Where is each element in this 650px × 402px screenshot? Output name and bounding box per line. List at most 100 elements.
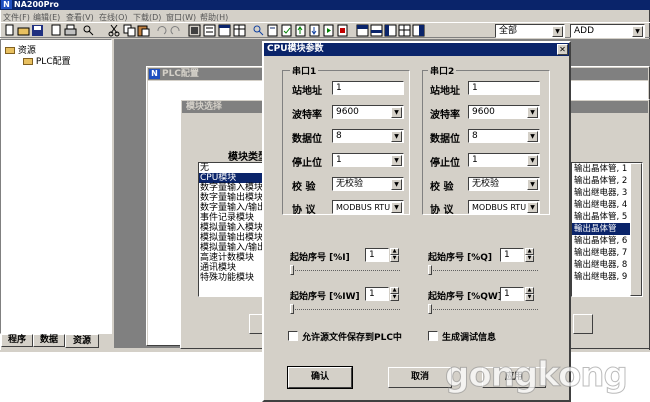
- ladder-view-icon[interactable]: [203, 24, 216, 37]
- list-item[interactable]: 无: [199, 163, 267, 173]
- port1-databits-select[interactable]: 8 ▼: [332, 129, 404, 143]
- start-qw-input[interactable]: 1: [500, 287, 524, 301]
- spin-up-icon[interactable]: ▲: [525, 287, 534, 294]
- check-icon[interactable]: [280, 24, 293, 37]
- list-item[interactable]: 高速计数模块: [199, 253, 267, 263]
- start-i-slider-track[interactable]: [292, 270, 400, 271]
- project-panel: 资源 PLC配置: [0, 39, 112, 334]
- spin-down-icon[interactable]: ▼: [390, 255, 399, 262]
- list-item[interactable]: 数字量输入模块: [199, 183, 267, 193]
- port1-parity-select[interactable]: 无校验 ▼: [332, 177, 404, 191]
- start-q-spinner[interactable]: ▲ ▼: [525, 248, 534, 263]
- spin-down-icon[interactable]: ▼: [390, 294, 399, 301]
- port1-title: 串口1: [290, 64, 319, 77]
- tab-label: 资源: [72, 336, 91, 346]
- port2-stopbits-label: 停止位: [430, 158, 460, 169]
- start-q-slider-track[interactable]: [430, 270, 538, 271]
- tab-data[interactable]: 数据: [33, 334, 65, 347]
- list-item[interactable]: 通讯模块: [199, 263, 267, 273]
- spin-up-icon[interactable]: ▲: [390, 248, 399, 255]
- cancel-button[interactable]: 取消: [388, 367, 452, 388]
- save-icon[interactable]: [31, 24, 44, 37]
- tab-program[interactable]: 程序: [1, 334, 33, 347]
- port2-station-label: 站地址: [430, 86, 460, 97]
- start-qw-slider-thumb[interactable]: [428, 304, 432, 314]
- port1-protocol-select[interactable]: MODBUS RTU ▼: [332, 200, 404, 214]
- start-i-spinner[interactable]: ▲ ▼: [390, 248, 399, 263]
- spin-up-icon[interactable]: ▲: [525, 248, 534, 255]
- run-icon[interactable]: [322, 24, 335, 37]
- start-q-input[interactable]: 1: [500, 248, 524, 262]
- layout-3-icon[interactable]: [384, 24, 397, 37]
- instruction-combo[interactable]: ADD ▼: [570, 24, 645, 38]
- port2-databits-select[interactable]: 8 ▼: [468, 129, 540, 143]
- spin-down-icon[interactable]: ▼: [525, 255, 534, 262]
- module-list-scrollbar[interactable]: [630, 163, 642, 296]
- port1-station-input[interactable]: 1: [332, 81, 404, 95]
- print-icon[interactable]: [64, 24, 77, 37]
- field-value: 1: [369, 250, 375, 260]
- port2-protocol-select[interactable]: MODBUS RTU ▼: [468, 200, 540, 214]
- table-view-icon[interactable]: [233, 24, 246, 37]
- new-file-icon[interactable]: [3, 24, 16, 37]
- spin-up-icon[interactable]: ▲: [390, 287, 399, 294]
- gen-debug-checkbox[interactable]: [428, 331, 438, 341]
- find-icon[interactable]: [82, 24, 95, 37]
- compile-icon[interactable]: [266, 24, 279, 37]
- gen-debug-label[interactable]: 生成调试信息: [442, 330, 496, 343]
- start-q-label: 起始序号 [%Q]: [428, 253, 493, 263]
- start-i-input[interactable]: 1: [365, 248, 389, 262]
- module-icon[interactable]: [188, 24, 201, 37]
- allow-save-label[interactable]: 允许源文件保存到PLC中: [302, 330, 402, 343]
- start-q-slider-thumb[interactable]: [428, 265, 432, 275]
- port1-protocol-label: 协 议: [292, 205, 316, 216]
- filter-combo[interactable]: 全部 ▼: [495, 24, 565, 38]
- port1-stopbits-select[interactable]: 1 ▼: [332, 153, 404, 167]
- monitor-icon[interactable]: [252, 24, 265, 37]
- upload-icon[interactable]: [294, 24, 307, 37]
- copy-icon[interactable]: [123, 24, 136, 37]
- port1-parity-label: 校 验: [292, 182, 316, 193]
- window-view-icon[interactable]: [218, 24, 231, 37]
- module-dialog-button-right[interactable]: [573, 314, 593, 334]
- start-iw-slider-thumb[interactable]: [290, 304, 294, 314]
- layout-5-icon[interactable]: [412, 24, 425, 37]
- tree-item-plc-config[interactable]: PLC配置: [23, 54, 71, 67]
- list-item[interactable]: 模拟量输入/输出: [199, 243, 267, 253]
- port1-baud-select[interactable]: 9600 ▼: [332, 105, 404, 119]
- port2-parity-select[interactable]: 无校验 ▼: [468, 177, 540, 191]
- port2-stopbits-select[interactable]: 1 ▼: [468, 153, 540, 167]
- start-i-slider-thumb[interactable]: [290, 265, 294, 275]
- list-item[interactable]: 模拟量输入模块: [199, 223, 267, 233]
- layout-2-icon[interactable]: [370, 24, 383, 37]
- module-type-list[interactable]: 无 CPU模块 数字量输入模块 数字量输出模块 数字量输入/输出 事件记录模块 …: [198, 162, 268, 297]
- list-item[interactable]: 模拟量输出模块: [199, 233, 267, 243]
- list-item[interactable]: 特殊功能模块: [199, 273, 267, 283]
- port2-baud-select[interactable]: 9600 ▼: [468, 105, 540, 119]
- start-qw-slider-track[interactable]: [430, 309, 538, 310]
- list-item[interactable]: 事件记录模块: [199, 213, 267, 223]
- undo-icon[interactable]: [155, 24, 168, 37]
- list-item[interactable]: 数字量输出模块: [199, 193, 267, 203]
- open-folder-icon[interactable]: [17, 24, 30, 37]
- list-item[interactable]: 数字量输入/输出: [199, 203, 267, 213]
- start-qw-spinner[interactable]: ▲ ▼: [525, 287, 534, 302]
- print-preview-icon[interactable]: [50, 24, 63, 37]
- close-button[interactable]: ✕: [557, 44, 568, 55]
- list-item-selected[interactable]: CPU模块: [199, 173, 267, 183]
- start-iw-slider-track[interactable]: [292, 309, 400, 310]
- start-iw-spinner[interactable]: ▲ ▼: [390, 287, 399, 302]
- layout-4-icon[interactable]: [398, 24, 411, 37]
- port2-station-input[interactable]: 1: [468, 81, 540, 95]
- layout-1-icon[interactable]: [356, 24, 369, 37]
- download-icon[interactable]: [308, 24, 321, 37]
- cut-icon[interactable]: [108, 24, 121, 37]
- paste-icon[interactable]: [137, 24, 150, 37]
- tab-resource[interactable]: 资源: [65, 334, 99, 348]
- ok-button[interactable]: 确认: [287, 366, 353, 389]
- allow-save-checkbox[interactable]: [288, 331, 298, 341]
- start-iw-input[interactable]: 1: [365, 287, 389, 301]
- spin-down-icon[interactable]: ▼: [525, 294, 534, 301]
- stop-icon[interactable]: [336, 24, 349, 37]
- redo-icon[interactable]: [169, 24, 182, 37]
